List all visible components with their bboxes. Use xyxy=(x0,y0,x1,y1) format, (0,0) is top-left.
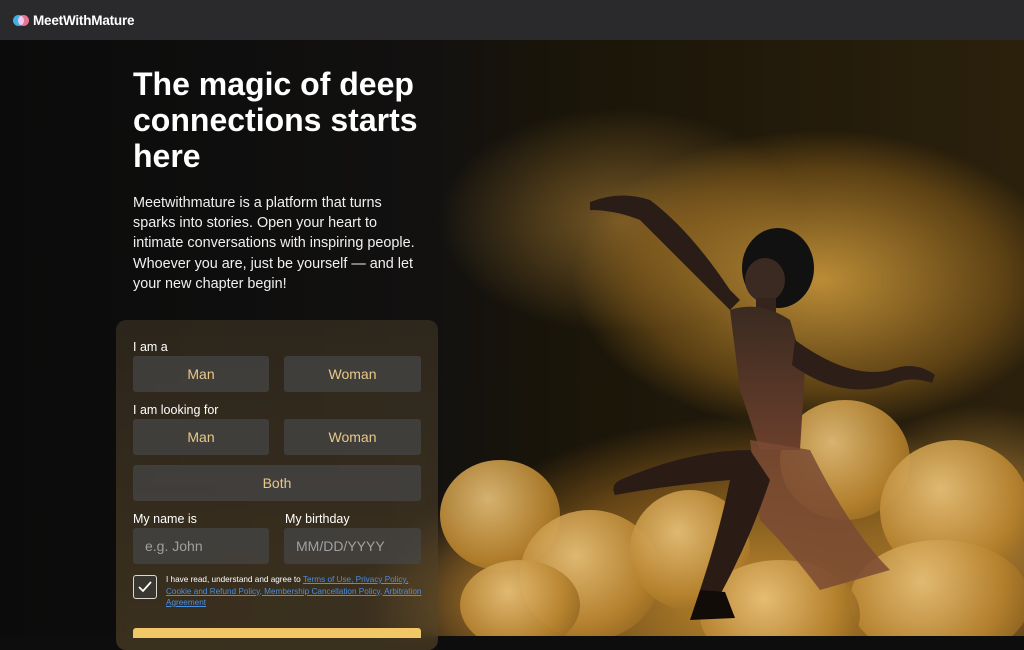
birthday-input[interactable] xyxy=(284,528,421,564)
intro-text: Meetwithmature is a platform that turns … xyxy=(133,195,415,292)
gender-woman-button[interactable]: Woman xyxy=(284,356,421,392)
gender-man-button[interactable]: Man xyxy=(133,356,269,392)
logo[interactable]: MeetWithMature xyxy=(13,12,135,28)
logo-text: MeetWithMature xyxy=(33,12,135,28)
gender-label: I am a xyxy=(133,340,168,354)
birthday-label: My birthday xyxy=(285,512,350,526)
terms-checkbox[interactable] xyxy=(133,575,157,599)
logo-mark-icon xyxy=(13,14,29,27)
terms-prefix: I have read, understand and agree to xyxy=(166,575,301,584)
looking-man-button[interactable]: Man xyxy=(133,419,269,455)
name-label: My name is xyxy=(133,512,197,526)
checkmark-icon xyxy=(138,581,152,593)
dancer-image xyxy=(590,195,935,620)
terms-text: I have read, understand and agree to Ter… xyxy=(166,574,426,609)
looking-both-button[interactable]: Both xyxy=(133,465,421,501)
name-input[interactable] xyxy=(133,528,269,564)
top-bar: MeetWithMature xyxy=(0,0,1024,40)
submit-button[interactable] xyxy=(133,628,421,638)
looking-woman-button[interactable]: Woman xyxy=(284,419,421,455)
looking-for-label: I am looking for xyxy=(133,403,219,417)
page-title: The magic of deep connections starts her… xyxy=(133,66,418,174)
